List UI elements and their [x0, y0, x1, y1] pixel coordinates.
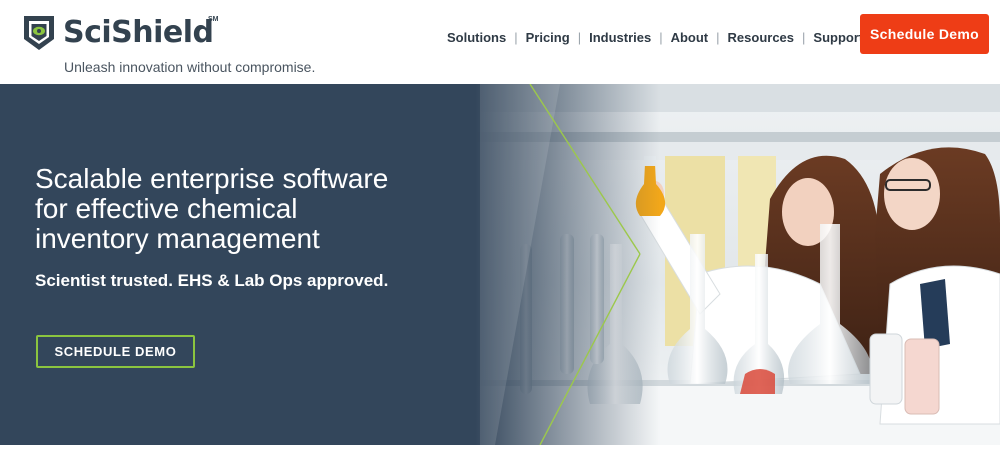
nav-separator: | [577, 29, 582, 45]
nav-separator: | [514, 29, 518, 45]
nav-resources[interactable]: Resources [728, 30, 794, 45]
hero-headline-line: inventory management [35, 223, 320, 254]
hero-subheadline: Scientist trusted. EHS & Lab Ops approve… [35, 271, 389, 290]
nav-support[interactable]: Support [813, 30, 863, 45]
hero-headline-line: Scalable enterprise software [35, 163, 389, 194]
hero-banner: Scalable enterprise software for effecti… [0, 84, 1000, 445]
brand-logo[interactable]: SciShield SM [22, 14, 219, 52]
nav-separator: | [659, 29, 663, 45]
service-mark: SM [208, 16, 219, 23]
brand-tagline: Unleash innovation without compromise. [64, 59, 316, 75]
hero-headline-line: for effective chemical [35, 193, 298, 224]
nav-separator: | [802, 29, 806, 45]
hero-schedule-demo-button[interactable]: SCHEDULE DEMO [36, 335, 195, 368]
nav-pricing[interactable]: Pricing [526, 30, 570, 45]
nav-about[interactable]: About [671, 30, 709, 45]
schedule-demo-button[interactable]: Schedule Demo [860, 14, 989, 54]
nav-solutions[interactable]: Solutions [447, 30, 506, 45]
nav-industries[interactable]: Industries [589, 30, 651, 45]
lab-scientists-photo [0, 84, 1000, 445]
main-nav: Solutions | Pricing | Industries | About… [447, 28, 863, 46]
site-header: SciShield SM Unleash innovation without … [0, 0, 1000, 84]
hero-headline: Scalable enterprise software for effecti… [35, 164, 455, 254]
brand-name: SciShield [63, 15, 214, 50]
nav-separator: | [716, 29, 720, 45]
page-bottom-strip [0, 445, 1000, 459]
shield-logo-icon [24, 16, 54, 50]
